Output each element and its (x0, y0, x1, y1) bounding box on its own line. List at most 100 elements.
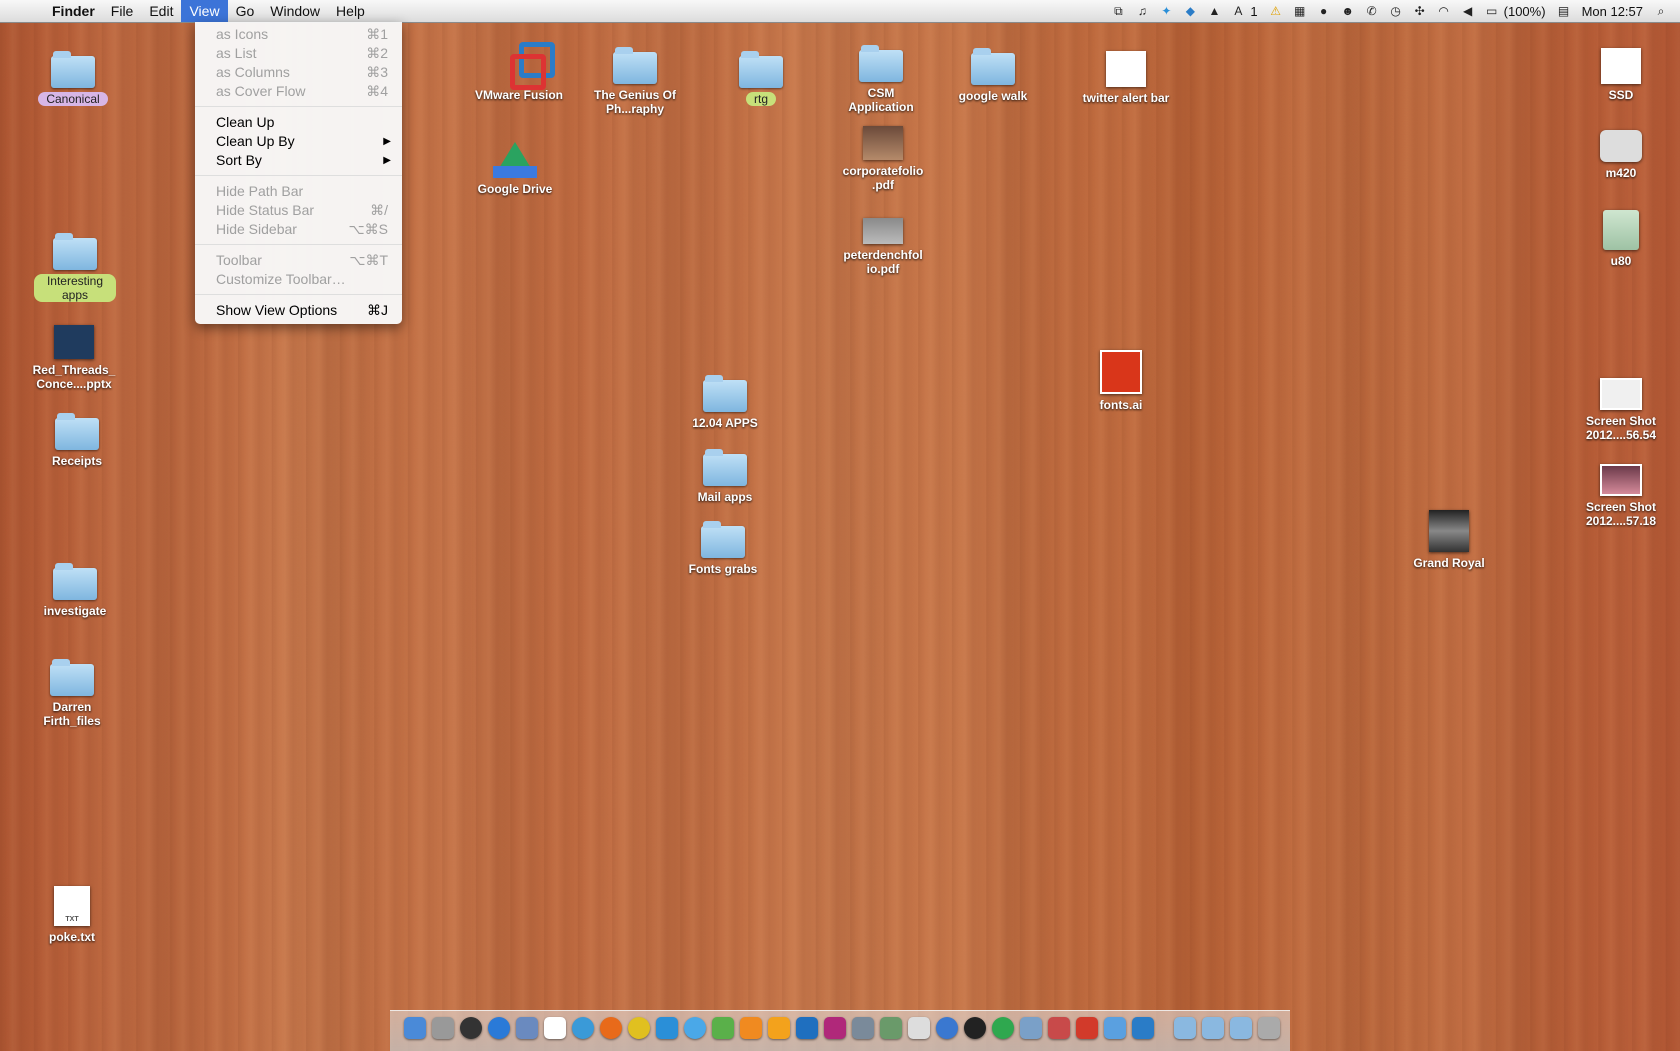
menu-item-sort-by[interactable]: Sort By ▶ (195, 151, 402, 170)
warning-icon[interactable]: ⚠ (1269, 4, 1283, 18)
menu-item-as-list[interactable]: as List ⌘2 (195, 44, 402, 63)
desktop-folder-genius[interactable]: The Genius Of Ph...raphy (588, 47, 682, 116)
menu-help[interactable]: Help (328, 0, 373, 22)
photoshop-dock-icon[interactable] (796, 1017, 818, 1039)
battery-icon[interactable]: ▭ (1485, 4, 1499, 18)
menu-view[interactable]: View (181, 0, 228, 22)
dock-app-icon[interactable] (1048, 1017, 1070, 1039)
desktop-drive-m420[interactable]: m420 (1576, 130, 1666, 180)
dock-app-icon[interactable] (880, 1017, 902, 1039)
menu-item-customize-toolbar[interactable]: Customize Toolbar… (195, 270, 402, 289)
menu-item-hide-sidebar[interactable]: Hide Sidebar ⌥⌘S (195, 220, 402, 239)
phone-icon[interactable]: ✆ (1365, 4, 1379, 18)
desktop-folder-fonts-grabs[interactable]: Fonts grabs (678, 521, 768, 576)
adium-dock-icon[interactable] (712, 1017, 734, 1039)
desktop-folder-investigate[interactable]: investigate (30, 563, 120, 618)
menu-item-hide-status-bar[interactable]: Hide Status Bar ⌘/ (195, 201, 402, 220)
twitter-icon[interactable]: ✦ (1159, 4, 1173, 18)
menu-item-show-view-options[interactable]: Show View Options ⌘J (195, 301, 402, 320)
chrome-dock-icon[interactable] (628, 1017, 650, 1039)
indesign-dock-icon[interactable] (824, 1017, 846, 1039)
desktop-folder-canonical[interactable]: Canonical (28, 51, 118, 106)
app-store-dock-icon[interactable] (488, 1017, 510, 1039)
vmware-dock-icon[interactable] (1132, 1017, 1154, 1039)
menu-finder[interactable]: Finder (44, 0, 103, 22)
dock-app-icon[interactable] (1076, 1017, 1098, 1039)
applications-stack-dock-icon[interactable] (1174, 1017, 1196, 1039)
messages-dock-icon[interactable] (684, 1017, 706, 1039)
desktop-file-poke[interactable]: poke.txt (27, 886, 117, 944)
system-preferences-dock-icon[interactable] (432, 1017, 454, 1039)
calendar-dock-icon[interactable] (544, 1017, 566, 1039)
menu-edit[interactable]: Edit (141, 0, 181, 22)
virtualbox-dock-icon[interactable] (1020, 1017, 1042, 1039)
menu-window[interactable]: Window (262, 0, 328, 22)
desktop-folder-rtg[interactable]: rtg (716, 51, 806, 106)
volume-icon[interactable]: ◀ (1461, 4, 1475, 18)
desktop-folder-receipts[interactable]: Receipts (32, 413, 122, 468)
clock[interactable]: Mon 12:57 (1582, 4, 1643, 19)
web-document-icon (1106, 51, 1146, 87)
desktop-folder-interesting-apps[interactable]: Interesting apps (30, 233, 120, 302)
desktop-drive-ssd[interactable]: SSD (1576, 48, 1666, 102)
calendar-icon[interactable]: ▤ (1557, 4, 1571, 18)
desktop-folder-darren-firth[interactable]: Darren Firth_files (27, 659, 117, 728)
desktop-file-screenshot-1[interactable]: Screen Shot 2012....56.54 (1576, 378, 1666, 442)
ball-icon[interactable]: ● (1317, 4, 1331, 18)
menu-item-as-columns[interactable]: as Columns ⌘3 (195, 63, 402, 82)
dropbox-icon[interactable]: ◆ (1183, 4, 1197, 18)
desktop-app-vmware[interactable]: VMware Fusion (474, 42, 564, 102)
desktop-drive-u80[interactable]: u80 (1576, 210, 1666, 268)
finder-dock-icon[interactable] (404, 1017, 426, 1039)
menu-separator (195, 175, 402, 176)
menu-item-hide-path-bar[interactable]: Hide Path Bar (195, 182, 402, 201)
launchpad-dock-icon[interactable] (460, 1017, 482, 1039)
menu-item-clean-up-by[interactable]: Clean Up By ▶ (195, 132, 402, 151)
desktop-folder-google-walk[interactable]: google walk (948, 48, 1038, 103)
desktop-file-screenshot-2[interactable]: Screen Shot 2012....57.18 (1576, 464, 1666, 528)
desktop-file-fonts-ai[interactable]: fonts.ai (1076, 350, 1166, 412)
battery-percent[interactable]: (100%) (1504, 4, 1546, 19)
itunes-dock-icon[interactable] (936, 1017, 958, 1039)
desktop-file-grand-royal[interactable]: Grand Royal (1404, 510, 1494, 570)
menu-item-clean-up[interactable]: Clean Up (195, 113, 402, 132)
spotify-dock-icon[interactable] (992, 1017, 1014, 1039)
menu-item-toolbar[interactable]: Toolbar ⌥⌘T (195, 251, 402, 270)
firefox-dock-icon[interactable] (600, 1017, 622, 1039)
network-monitor-icon[interactable]: ▦ (1293, 4, 1307, 18)
trash-dock-icon[interactable] (1258, 1017, 1280, 1039)
vlc-dock-icon[interactable] (740, 1017, 762, 1039)
menu-go[interactable]: Go (228, 0, 263, 22)
desktop-file-red-threads[interactable]: Red_Threads_ Conce....pptx (24, 325, 124, 391)
safari-dock-icon[interactable] (572, 1017, 594, 1039)
spotlight-search-icon[interactable]: ⌕ (1654, 4, 1668, 18)
adobe-icon[interactable]: A (1231, 4, 1245, 18)
image-capture-dock-icon[interactable] (852, 1017, 874, 1039)
bluetooth-icon[interactable]: ✣ (1413, 4, 1427, 18)
wifi-icon[interactable]: ◠ (1437, 4, 1451, 18)
illustrator-dock-icon[interactable] (768, 1017, 790, 1039)
menu-item-as-cover-flow[interactable]: as Cover Flow ⌘4 (195, 82, 402, 101)
drive-sync-icon[interactable]: ▲ (1207, 4, 1221, 18)
documents-stack-dock-icon[interactable] (1202, 1017, 1224, 1039)
text-edit-dock-icon[interactable] (908, 1017, 930, 1039)
desktop-folder-mail-apps[interactable]: Mail apps (680, 449, 770, 504)
robot-icon[interactable]: ☻ (1341, 4, 1355, 18)
menu-item-as-icons[interactable]: as Icons ⌘1 (195, 25, 402, 44)
menu-file[interactable]: File (103, 0, 142, 22)
downloads-stack-dock-icon[interactable] (1230, 1017, 1252, 1039)
screen-share-icon[interactable]: ⧉ (1111, 4, 1125, 18)
desktop-file-corporatefolio[interactable]: corporatefolio .pdf (838, 126, 928, 192)
music-icon[interactable]: ♫ (1135, 4, 1149, 18)
desktop-app-google-drive[interactable]: Google Drive (470, 142, 560, 196)
camera-dock-icon[interactable] (964, 1017, 986, 1039)
dock-app-icon[interactable] (1104, 1017, 1126, 1039)
twitter-dock-icon[interactable] (656, 1017, 678, 1039)
desktop-file-peterdenchfolio[interactable]: peterdenchfol io.pdf (838, 218, 928, 276)
desktop-folder-csm[interactable]: CSM Application (836, 45, 926, 114)
menu-separator (195, 294, 402, 295)
preview-dock-icon[interactable] (516, 1017, 538, 1039)
desktop-file-twitter-alert[interactable]: twitter alert bar (1081, 51, 1171, 105)
time-machine-icon[interactable]: ◷ (1389, 4, 1403, 18)
desktop-folder-12-04-apps[interactable]: 12.04 APPS (680, 375, 770, 430)
